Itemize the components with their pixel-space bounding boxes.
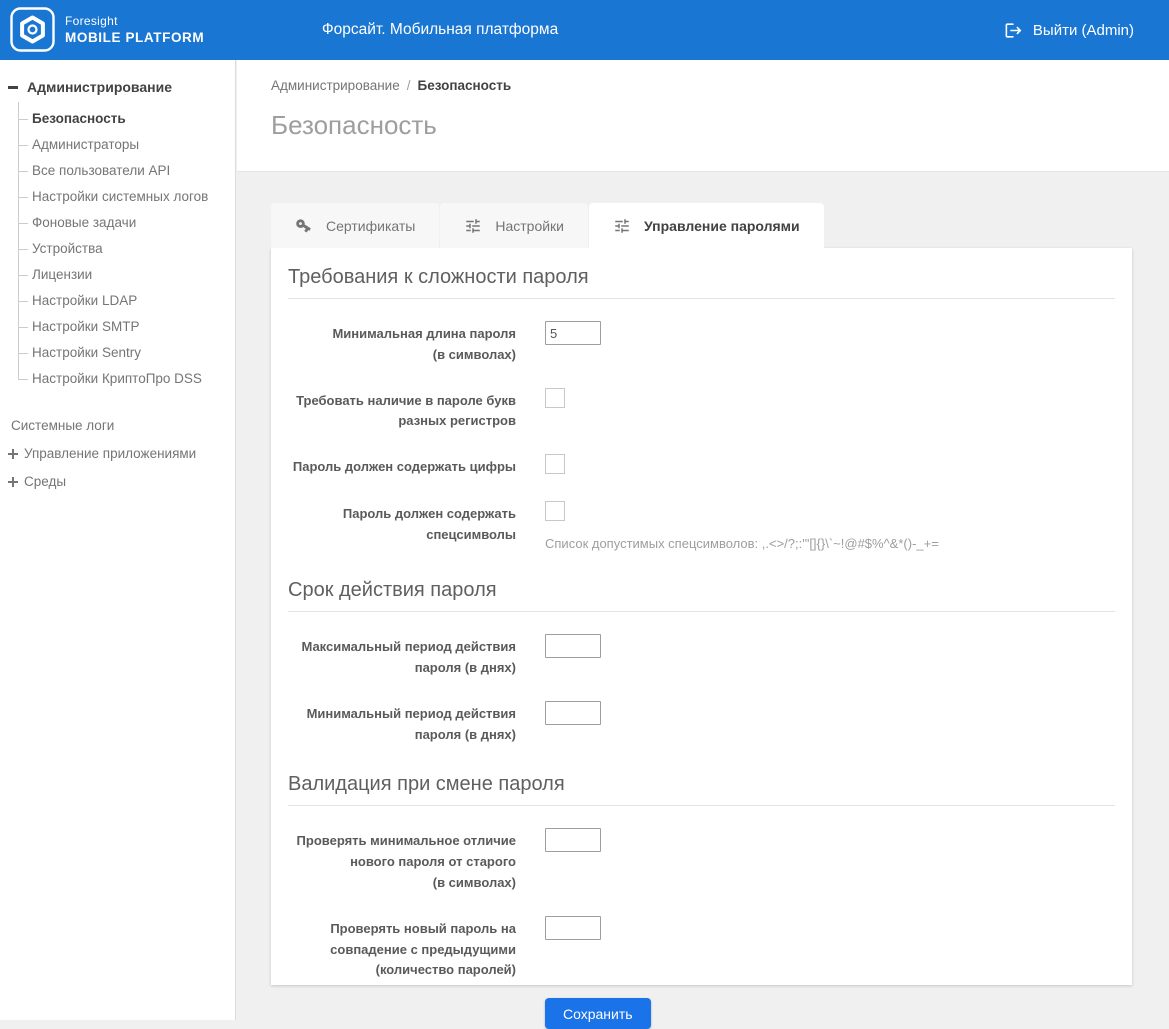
field-label: Минимальная длина пароля (в символах) [288,321,516,366]
max-password-age-input[interactable] [545,634,601,658]
field-label: Пароль должен содержать спецсимволы [288,501,516,551]
sidebar-item-app-management[interactable]: Управление приложениями [0,439,235,467]
sidebar-item-label: Управление приложениями [24,446,196,461]
field-label: Максимальный период действия пароля (в д… [288,634,516,679]
require-special-chars-checkbox[interactable] [545,501,565,521]
logo-line2: MOBILE PLATFORM [65,30,204,45]
tab-label: Сертификаты [326,218,415,234]
field-label: Проверять новый пароль на совпадение с п… [288,916,516,981]
field-control [545,701,1115,746]
field-label: Проверять минимальное отличие нового пар… [288,828,516,893]
foresight-logo-icon [10,7,55,52]
logout-button[interactable]: Выйти (Admin) [1004,0,1134,60]
previous-passwords-check-input[interactable] [545,916,601,940]
breadcrumb-parent[interactable]: Администрирование [271,78,400,93]
breadcrumb-current: Безопасность [418,78,512,93]
logo-text: Foresight MOBILE PLATFORM [65,14,204,45]
form-section: Требования к сложности пароля Минимальная… [288,266,1115,551]
logo[interactable]: Foresight MOBILE PLATFORM [10,7,204,52]
sidebar-item-smtp-settings[interactable]: Настройки SMTP [0,314,235,340]
field-control [545,828,1115,893]
sidebar-root-label[interactable]: Администрирование [27,79,172,95]
sidebar-item-label: Среды [24,474,66,489]
app-title: Форсайт. Мобильная платформа [322,21,558,39]
sidebar-item-environments[interactable]: Среды [0,467,235,495]
field-label: Требовать наличие в пароле букв разных р… [288,388,516,433]
tab-label: Управление паролями [644,218,800,234]
min-password-length-input[interactable] [545,321,601,345]
logout-icon [1004,21,1023,40]
form-row-max-password-age: Максимальный период действия пароля (в д… [288,634,1115,679]
section-heading: Требования к сложности пароля [288,266,1115,299]
form-section: Валидация при смене пароля Проверять мини… [288,773,1115,981]
page-title: Безопасность [271,110,1169,141]
logout-label: Выйти (Admin) [1033,22,1134,39]
form-row-min-difference-from-old: Проверять минимальное отличие нового пар… [288,828,1115,893]
form-row-require-mixed-case: Требовать наличие в пароле букв разных р… [288,388,1115,433]
field-control [545,454,1115,479]
sidebar-item-api-users[interactable]: Все пользователи API [0,158,235,184]
key-icon [295,217,313,235]
logo-line1: Foresight [65,14,204,28]
tab-settings[interactable]: Настройки [440,203,588,248]
form-row-previous-passwords-check: Проверять новый пароль на совпадение с п… [288,916,1115,981]
collapse-icon[interactable] [8,82,18,92]
min-difference-from-old-input[interactable] [545,828,601,852]
form-section: Срок действия пароля Максимальный период … [288,579,1115,745]
sidebar-item-background-tasks[interactable]: Фоновые задачи [0,210,235,236]
tab-label: Настройки [495,218,564,234]
form-row-require-special-chars: Пароль должен содержать спецсимволы Списо… [288,501,1115,551]
sidebar-flat-items: Системные логи Управление приложениями Сре… [0,411,235,495]
expand-icon[interactable] [8,448,18,458]
section-heading: Срок действия пароля [288,579,1115,612]
sidebar-tree: БезопасностьАдминистраторыВсе пользовате… [0,106,235,392]
main-content: Администрирование / Безопасность Безопасно… [237,60,1169,1020]
save-button[interactable]: Сохранить [545,998,651,1029]
sidebar-item-administrators[interactable]: Администраторы [0,132,235,158]
breadcrumb: Администрирование / Безопасность [271,78,1169,93]
allowed-special-chars-hint: Список допустимых спецсимволов: ,.<>/?;:… [545,536,1115,551]
field-control [545,321,1115,366]
tune-icon [464,217,482,235]
sidebar-item-system-logs[interactable]: Системные логи [0,411,235,439]
section-heading: Валидация при смене пароля [288,773,1115,806]
tab-password-management[interactable]: Управление паролями [589,203,824,248]
sidebar-item-system-log-settings[interactable]: Настройки системных логов [0,184,235,210]
sidebar-item-administration[interactable]: Администрирование [0,60,235,95]
sidebar-item-cryptopro-dss-settings[interactable]: Настройки КриптоПро DSS [0,366,235,392]
form-row-require-digits: Пароль должен содержать цифры [288,454,1115,479]
form-row-min-password-length: Минимальная длина пароля (в символах) [288,321,1115,366]
tab-bar: Сертификаты Настройки Управление паролями [271,203,1169,248]
settings-card: Требования к сложности пароля Минимальная… [271,248,1132,985]
sidebar: Администрирование БезопасностьАдминистра… [0,60,236,1020]
form-row-min-password-age: Минимальный период действия пароля (в дн… [288,701,1115,746]
top-bar: Foresight MOBILE PLATFORM Форсайт. Мобил… [0,0,1169,60]
sidebar-item-devices[interactable]: Устройства [0,236,235,262]
page-header: Администрирование / Безопасность Безопасно… [237,60,1169,172]
sidebar-item-ldap-settings[interactable]: Настройки LDAP [0,288,235,314]
field-control [545,916,1115,981]
sidebar-item-licenses[interactable]: Лицензии [0,262,235,288]
breadcrumb-separator: / [407,78,411,93]
field-control: Список допустимых спецсимволов: ,.<>/?;:… [545,501,1115,551]
field-control [545,388,1115,433]
field-control [545,634,1115,679]
require-digits-checkbox[interactable] [545,454,565,474]
sidebar-item-sentry-settings[interactable]: Настройки Sentry [0,340,235,366]
tab-certificates[interactable]: Сертификаты [271,203,439,248]
sidebar-item-security[interactable]: Безопасность [0,106,235,132]
password-form: Требования к сложности пароля Минимальная… [288,266,1115,981]
min-password-age-input[interactable] [545,701,601,725]
tune-icon [613,217,631,235]
require-mixed-case-checkbox[interactable] [545,388,565,408]
sidebar-item-label: Системные логи [11,418,114,433]
field-label: Пароль должен содержать цифры [288,454,516,479]
expand-icon[interactable] [8,476,18,486]
field-label: Минимальный период действия пароля (в дн… [288,701,516,746]
